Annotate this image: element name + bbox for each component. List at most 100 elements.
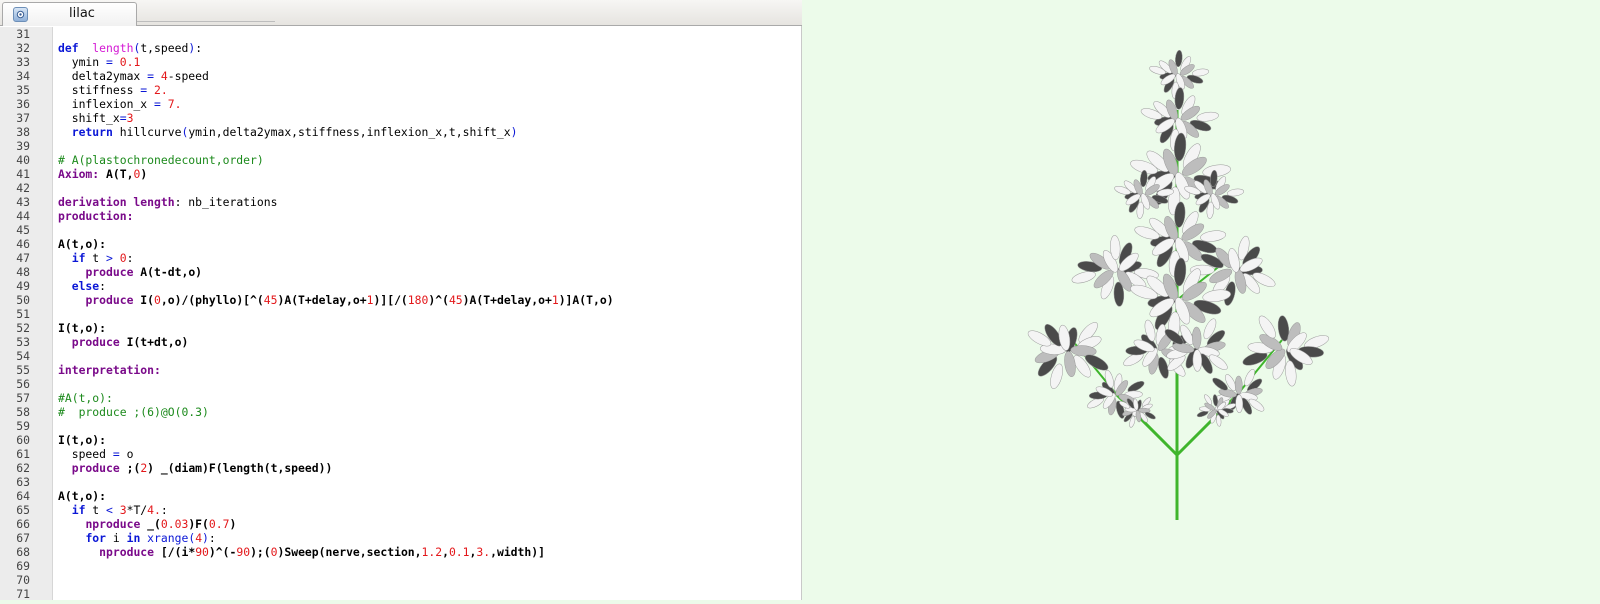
- code-token: A(t-dt,o): [133, 265, 203, 279]
- code-token: else: [71, 279, 100, 293]
- code-token: o: [119, 447, 134, 461]
- line-number: 61: [16, 447, 30, 461]
- code-line[interactable]: shift_x=3: [58, 111, 134, 125]
- code-line[interactable]: produce I(t+dt,o): [58, 335, 189, 349]
- code-line[interactable]: return hillcurve(ymin,delta2ymax,stiffne…: [58, 125, 518, 139]
- code-line[interactable]: speed = o: [58, 447, 134, 461]
- code-line[interactable]: for i in xrange(4):: [58, 531, 216, 545]
- line-number: 67: [16, 531, 30, 545]
- code-line[interactable]: nproduce [/(i*90)^(-90);(0)Sweep(nerve,s…: [58, 545, 545, 559]
- code-line[interactable]: production:: [58, 209, 133, 223]
- code-token: nproduce: [85, 517, 141, 531]
- code-token: :: [99, 279, 107, 293]
- code-line[interactable]: Axiom: A(T,0): [58, 167, 147, 181]
- code-line[interactable]: produce ;(2) _(diam)F(length(t,speed)): [58, 461, 333, 475]
- code-token: 2.: [147, 83, 168, 97]
- line-number: 65: [16, 503, 30, 517]
- code-token: =: [154, 97, 161, 111]
- line-number: 35: [16, 83, 30, 97]
- code-editor[interactable]: lilac 31 32 33 34 35 36 37 38 39 40 41 42 43 44 45 46 47…: [0, 0, 802, 600]
- code-token: 45: [263, 293, 278, 307]
- code-line[interactable]: inflexion_x = 7.: [58, 97, 182, 111]
- code-token: 0.1: [112, 55, 141, 69]
- flower-cluster: [1184, 169, 1244, 219]
- python-file-icon: [13, 7, 28, 22]
- line-number: 58: [16, 405, 30, 419]
- tab-lilac[interactable]: lilac: [2, 2, 137, 26]
- code-token: production:: [58, 209, 134, 223]
- code-token: produce: [85, 265, 134, 279]
- line-number: 62: [16, 461, 30, 475]
- line-number: 45: [16, 223, 30, 237]
- code-token: 4: [154, 69, 168, 83]
- code-token: ,width)]: [490, 545, 545, 559]
- code-line[interactable]: stiffness = 2.: [58, 83, 168, 97]
- code-token: I(t+dt,o): [119, 335, 189, 349]
- code-line[interactable]: def length(t,speed):: [58, 41, 202, 55]
- code-token: interpretation:: [58, 363, 161, 377]
- code-token: i: [106, 531, 127, 545]
- code-token: Axiom:: [58, 167, 100, 181]
- code-token: 0.1: [448, 545, 470, 559]
- line-number-gutter: 31 32 33 34 35 36 37 38 39 40 41 42 43 44 45 46 47 48 49 50…: [0, 27, 53, 600]
- code-token: 1.2: [421, 545, 443, 559]
- line-number: 56: [16, 377, 30, 391]
- code-token: if: [71, 251, 86, 265]
- code-line[interactable]: if t > 0:: [58, 251, 134, 265]
- line-number: 41: [16, 167, 30, 181]
- line-number: 60: [16, 433, 30, 447]
- code-line[interactable]: # produce ;(6)@O(0.3): [58, 405, 209, 419]
- line-number: 39: [16, 139, 30, 153]
- code-line[interactable]: # A(plastochronedecount,order): [58, 153, 264, 167]
- line-number: 69: [16, 559, 30, 573]
- code-line[interactable]: A(t,o):: [58, 237, 106, 251]
- code-line[interactable]: nproduce _(0.03)F(0.7): [58, 517, 236, 531]
- code-token: I(t,o):: [58, 321, 107, 335]
- code-token: :: [208, 531, 216, 545]
- code-token: 0: [112, 251, 127, 265]
- line-number: 68: [16, 545, 30, 559]
- code-token: nproduce: [99, 545, 155, 559]
- code-token: )Sweep(nerve,section,: [277, 545, 422, 559]
- 3d-viewer[interactable]: [803, 0, 1600, 600]
- code-token: ymin: [58, 55, 107, 69]
- code-line[interactable]: ymin = 0.1: [58, 55, 141, 69]
- code-area[interactable]: 31 32 33 34 35 36 37 38 39 40 41 42 43 44 45 46 47 48 49 50…: [0, 27, 802, 600]
- code-token: 0.03: [160, 517, 189, 531]
- code-token: 0: [154, 293, 161, 307]
- code-line[interactable]: delta2ymax = 4-speed: [58, 69, 209, 83]
- code-line[interactable]: interpretation:: [58, 363, 161, 377]
- line-number: 40: [16, 153, 30, 167]
- code-token: )A(T+delay,o+: [462, 293, 552, 307]
- line-number: 34: [16, 69, 30, 83]
- line-number: 57: [16, 391, 30, 405]
- code-line[interactable]: else:: [58, 279, 106, 293]
- code-token: [/(i*: [154, 545, 196, 559]
- code-line[interactable]: produce I(0,o)/(phyllo)[^(45)A(T+delay,o…: [58, 293, 613, 307]
- code-line[interactable]: #A(t,o):: [58, 391, 113, 405]
- code-line[interactable]: produce A(t-dt,o): [58, 265, 202, 279]
- line-number: 31: [16, 27, 30, 41]
- code-line[interactable]: derivation length: nb_iterations: [58, 195, 277, 209]
- code-line[interactable]: I(t,o):: [58, 433, 106, 447]
- petal: [1192, 349, 1202, 372]
- code-token: produce: [71, 461, 120, 475]
- code-line[interactable]: if t < 3*T/4.:: [58, 503, 168, 517]
- code-token: length: [92, 41, 134, 55]
- line-number: 43: [16, 195, 30, 209]
- code-line[interactable]: A(t,o):: [58, 489, 106, 503]
- code-token: ): [140, 167, 148, 181]
- petal: [1235, 394, 1244, 413]
- code-line[interactable]: I(t,o):: [58, 321, 106, 335]
- code-token: xrange(: [147, 531, 196, 545]
- code-token: )^(: [428, 293, 449, 307]
- line-number: 42: [16, 181, 30, 195]
- line-number: 38: [16, 125, 30, 139]
